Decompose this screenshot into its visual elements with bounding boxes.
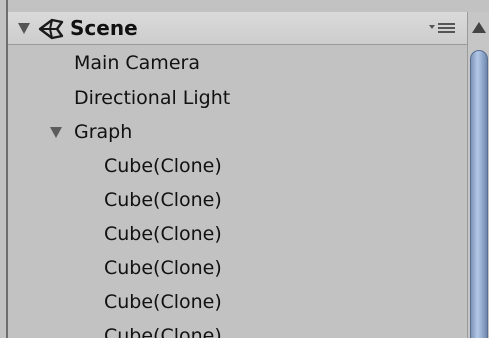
hierarchy-item-main-camera[interactable]: Main Camera bbox=[74, 46, 200, 80]
scene-expand-toggle-icon[interactable] bbox=[18, 23, 30, 34]
item-label: Cube(Clone) bbox=[104, 189, 222, 211]
scene-name: Scene bbox=[70, 16, 138, 40]
item-label: Cube(Clone) bbox=[104, 223, 222, 245]
hierarchy-item-cube-clone[interactable]: Cube(Clone) bbox=[104, 217, 222, 251]
item-label: Graph bbox=[74, 121, 133, 143]
hierarchy-item-cube-clone[interactable]: Cube(Clone) bbox=[104, 149, 222, 183]
sort-menu-icon[interactable] bbox=[429, 20, 455, 36]
hierarchy-item-cube-clone[interactable]: Cube(Clone) bbox=[104, 319, 222, 338]
scene-row[interactable]: Scene bbox=[8, 12, 467, 45]
scrollbar-thumb[interactable] bbox=[470, 50, 488, 338]
graph-expand-toggle-icon[interactable] bbox=[50, 127, 62, 138]
panel-left-border bbox=[6, 0, 8, 338]
item-label: Cube(Clone) bbox=[104, 155, 222, 177]
hierarchy-item-cube-clone[interactable]: Cube(Clone) bbox=[104, 183, 222, 217]
item-label: Directional Light bbox=[74, 87, 231, 109]
scroll-up-arrow-icon[interactable] bbox=[472, 22, 486, 33]
hierarchy-item-graph[interactable]: Graph bbox=[0, 115, 460, 149]
hierarchy-item-cube-clone[interactable]: Cube(Clone) bbox=[104, 251, 222, 285]
hierarchy-panel: Scene Main Camera Directional Light Grap… bbox=[0, 0, 489, 338]
hierarchy-item-cube-clone[interactable]: Cube(Clone) bbox=[104, 285, 222, 319]
vertical-scrollbar[interactable] bbox=[467, 12, 489, 338]
item-label: Main Camera bbox=[74, 52, 200, 74]
hierarchy-item-directional-light[interactable]: Directional Light bbox=[74, 81, 230, 115]
item-label: Cube(Clone) bbox=[104, 291, 222, 313]
item-label: Cube(Clone) bbox=[104, 325, 222, 338]
unity-scene-icon bbox=[38, 18, 64, 40]
item-label: Cube(Clone) bbox=[104, 257, 222, 279]
